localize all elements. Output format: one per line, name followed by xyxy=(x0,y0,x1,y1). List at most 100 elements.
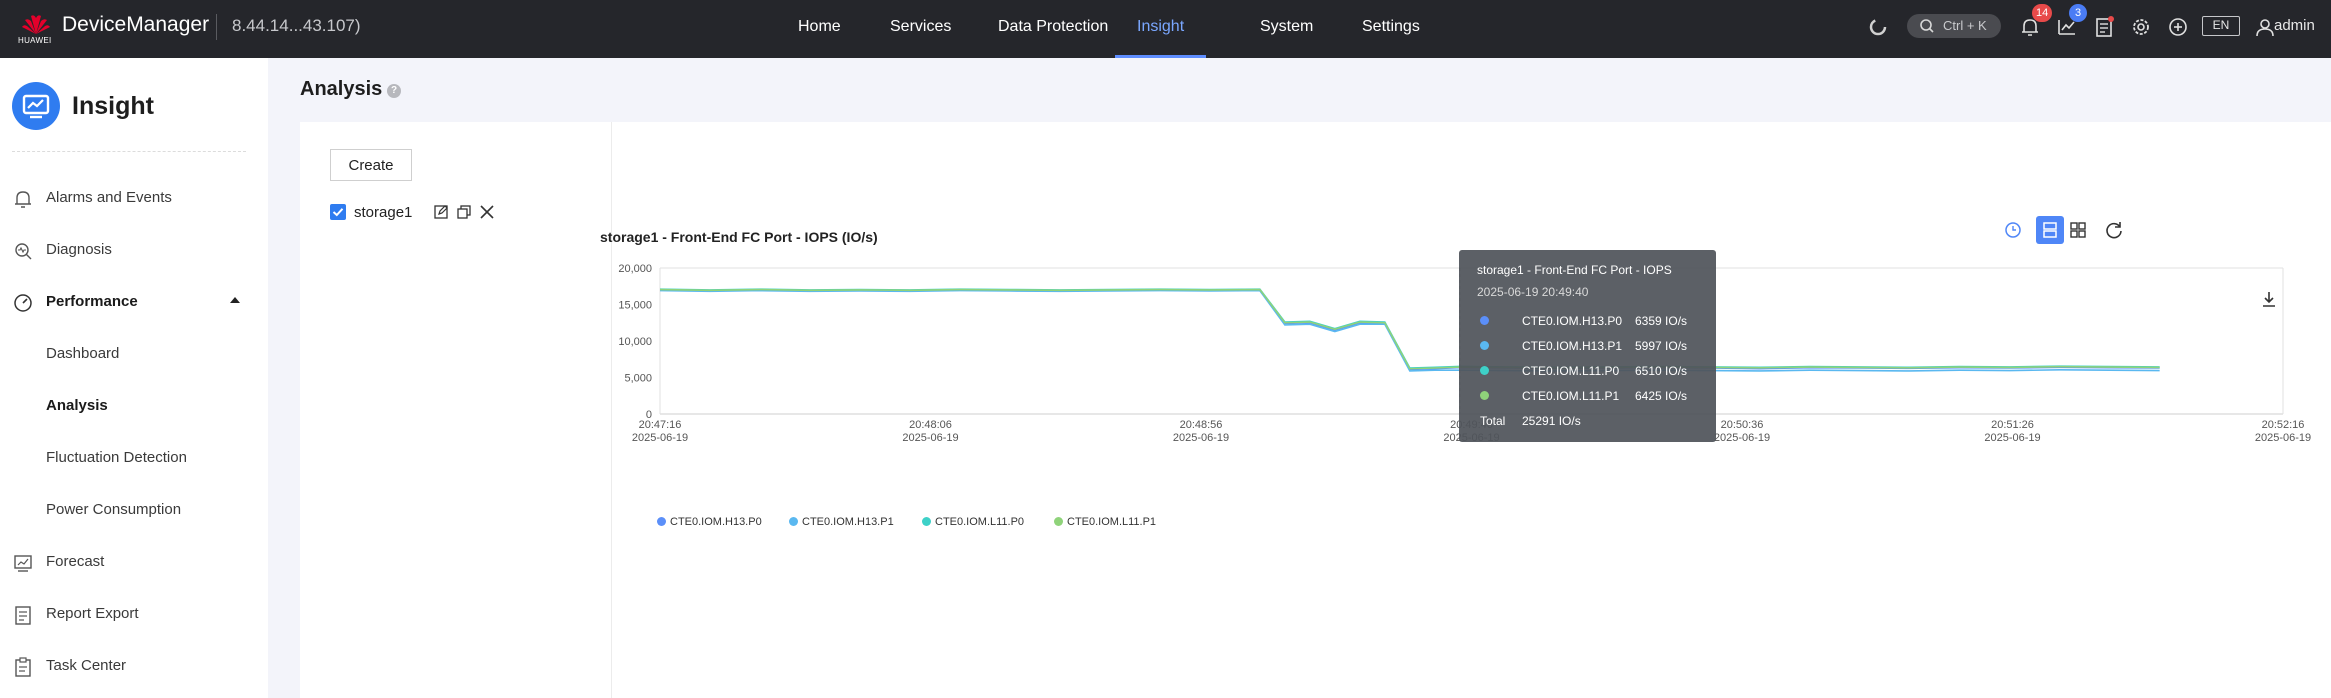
insight-logo xyxy=(12,82,60,130)
legend-item[interactable]: CTE0.IOM.L11.P0 xyxy=(922,516,1024,528)
y-tick-label: 10,000 xyxy=(618,336,652,348)
legend-dot xyxy=(789,517,798,526)
sidebar-item-forecast[interactable]: Forecast xyxy=(0,543,268,579)
x-tick-time: 20:50:36 xyxy=(1721,419,1764,431)
legend-dot xyxy=(657,517,666,526)
app-name: DeviceManager xyxy=(62,13,210,36)
sidebar-item-label: Fluctuation Detection xyxy=(46,449,187,466)
language-switch[interactable]: EN xyxy=(2202,16,2240,36)
sidebar-item-power-consumption[interactable]: Power Consumption xyxy=(0,491,268,527)
search-shortcut: Ctrl + K xyxy=(1943,18,1987,33)
legend-label: CTE0.IOM.H13.P1 xyxy=(802,516,894,528)
storage-name: storage1 xyxy=(354,204,413,221)
series-dot xyxy=(1480,366,1489,375)
notes-icon[interactable] xyxy=(2091,14,2117,40)
series-line-CTE0.IOM.H13.P1 xyxy=(659,289,2160,372)
user-name[interactable]: admin xyxy=(2274,17,2315,34)
list-view-icon xyxy=(2043,222,2057,238)
list-view-button[interactable] xyxy=(2036,216,2064,244)
legend-item[interactable]: CTE0.IOM.H13.P1 xyxy=(789,516,894,528)
legend-item[interactable]: CTE0.IOM.L11.P1 xyxy=(1054,516,1156,528)
iops-line-chart: 20,00015,00010,0005,000020:47:162025-06-… xyxy=(618,263,2311,444)
sidebar-item-performance[interactable]: Performance xyxy=(0,283,268,319)
tooltip-series-value: 6425 IO/s xyxy=(1635,389,1688,403)
page-title: Analysis xyxy=(300,78,383,100)
sidebar-item-fluctuation-detection[interactable]: Fluctuation Detection xyxy=(0,439,268,475)
sidebar-item-task-center[interactable]: Task Center xyxy=(0,647,268,683)
nav-home[interactable]: Home xyxy=(798,0,841,58)
main-content: Analysis ? Create storage1 storage1 - Fr… xyxy=(268,58,2331,698)
nav-insight[interactable]: Insight xyxy=(1115,0,1207,58)
y-tick-label: 15,000 xyxy=(618,300,652,312)
copy-icon[interactable] xyxy=(455,203,473,221)
tooltip-total-row: Total 25291 IO/s xyxy=(1459,412,1716,430)
y-tick-label: 20,000 xyxy=(618,263,652,275)
report-icon xyxy=(15,606,31,625)
chevron-up-icon xyxy=(230,297,240,303)
tooltip-row: CTE0.IOM.H13.P1 5997 IO/s xyxy=(1459,337,1716,355)
close-icon[interactable] xyxy=(478,203,496,221)
tooltip-series-name: CTE0.IOM.H13.P1 xyxy=(1522,339,1623,353)
sidebar-item-alarms[interactable]: Alarms and Events xyxy=(0,179,268,215)
tooltip-series-value: 6510 IO/s xyxy=(1635,364,1688,378)
legend-dot xyxy=(922,517,931,526)
search-button[interactable]: Ctrl + K xyxy=(1907,14,2001,38)
gear-icon[interactable] xyxy=(2128,14,2154,40)
add-circle-icon[interactable] xyxy=(2165,14,2191,40)
sidebar-item-label: Diagnosis xyxy=(46,241,112,258)
help-icon[interactable]: ? xyxy=(387,84,401,98)
bell-icon xyxy=(15,191,31,208)
sidebar-item-report-export[interactable]: Report Export xyxy=(0,595,268,631)
refresh-status-icon[interactable] xyxy=(1865,14,1891,40)
series-dot xyxy=(1480,391,1489,400)
gauge-icon xyxy=(14,294,32,312)
y-tick-label: 5,000 xyxy=(624,373,652,385)
legend-label: CTE0.IOM.L11.P1 xyxy=(1067,516,1157,528)
refresh-icon[interactable] xyxy=(2100,216,2128,244)
alarm-count-badge: 14 xyxy=(2032,4,2053,22)
top-bar: HUAWEI DeviceManager 8.44.14...43.107) H… xyxy=(0,0,2331,58)
legend-label: CTE0.IOM.L11.P0 xyxy=(935,516,1025,528)
legend-label: CTE0.IOM.H13.P0 xyxy=(670,516,762,528)
series-line-CTE0.IOM.H13.P0 xyxy=(659,289,2160,371)
sidebar-item-analysis[interactable]: Analysis xyxy=(0,387,268,423)
tooltip-row: CTE0.IOM.H13.P0 6359 IO/s xyxy=(1459,312,1716,330)
diagnosis-icon xyxy=(15,243,32,260)
device-ip: 8.44.14...43.107) xyxy=(232,16,361,35)
tooltip-total-value: 25291 IO/s xyxy=(1522,414,1581,428)
create-button[interactable]: Create xyxy=(330,149,412,181)
x-tick-time: 20:47:16 xyxy=(639,419,682,431)
x-tick-date: 2025-06-19 xyxy=(2255,432,2311,444)
series-line-CTE0.IOM.L11.P1 xyxy=(659,288,2160,370)
sidebar-item-diagnosis[interactable]: Diagnosis xyxy=(0,231,268,267)
series-dot xyxy=(1480,316,1489,325)
storage-checkbox[interactable] xyxy=(330,204,346,220)
sidebar-item-dashboard[interactable]: Dashboard xyxy=(0,335,268,371)
sidebar-item-label: Forecast xyxy=(46,553,105,570)
nav-services[interactable]: Services xyxy=(890,0,951,58)
x-tick-time: 20:51:26 xyxy=(1991,419,2034,431)
brand-text: HUAWEI xyxy=(18,36,52,45)
tooltip-title: storage1 - Front-End FC Port - IOPS xyxy=(1477,263,1672,277)
monitor-chart-icon xyxy=(22,94,50,119)
tooltip-row: CTE0.IOM.L11.P0 6510 IO/s xyxy=(1459,362,1716,380)
edit-icon[interactable] xyxy=(432,203,450,221)
sidebar-divider xyxy=(12,151,246,152)
sidebar-item-label: Report Export xyxy=(46,605,139,622)
sidebar-item-label: Performance xyxy=(46,293,138,310)
tooltip-series-name: CTE0.IOM.H13.P0 xyxy=(1522,314,1623,328)
tooltip-total-label: Total xyxy=(1480,414,1506,428)
tooltip-series-value: 5997 IO/s xyxy=(1635,339,1688,353)
legend-item[interactable]: CTE0.IOM.H13.P0 xyxy=(657,516,762,528)
tooltip-series-name: CTE0.IOM.L11.P0 xyxy=(1522,364,1620,378)
tooltip-time: 2025-06-19 20:49:40 xyxy=(1477,285,1589,299)
forecast-icon xyxy=(14,555,32,572)
nav-system[interactable]: System xyxy=(1260,0,1313,58)
chart-title: storage1 - Front-End FC Port - IOPS (IO/… xyxy=(600,229,878,245)
nav-data-protection[interactable]: Data Protection xyxy=(998,0,1108,58)
grid-view-icon[interactable] xyxy=(2064,216,2092,244)
nav-settings[interactable]: Settings xyxy=(1362,0,1420,58)
x-tick-date: 2025-06-19 xyxy=(632,432,688,444)
tooltip-series-value: 6359 IO/s xyxy=(1635,314,1688,328)
clock-icon[interactable] xyxy=(1999,216,2027,244)
